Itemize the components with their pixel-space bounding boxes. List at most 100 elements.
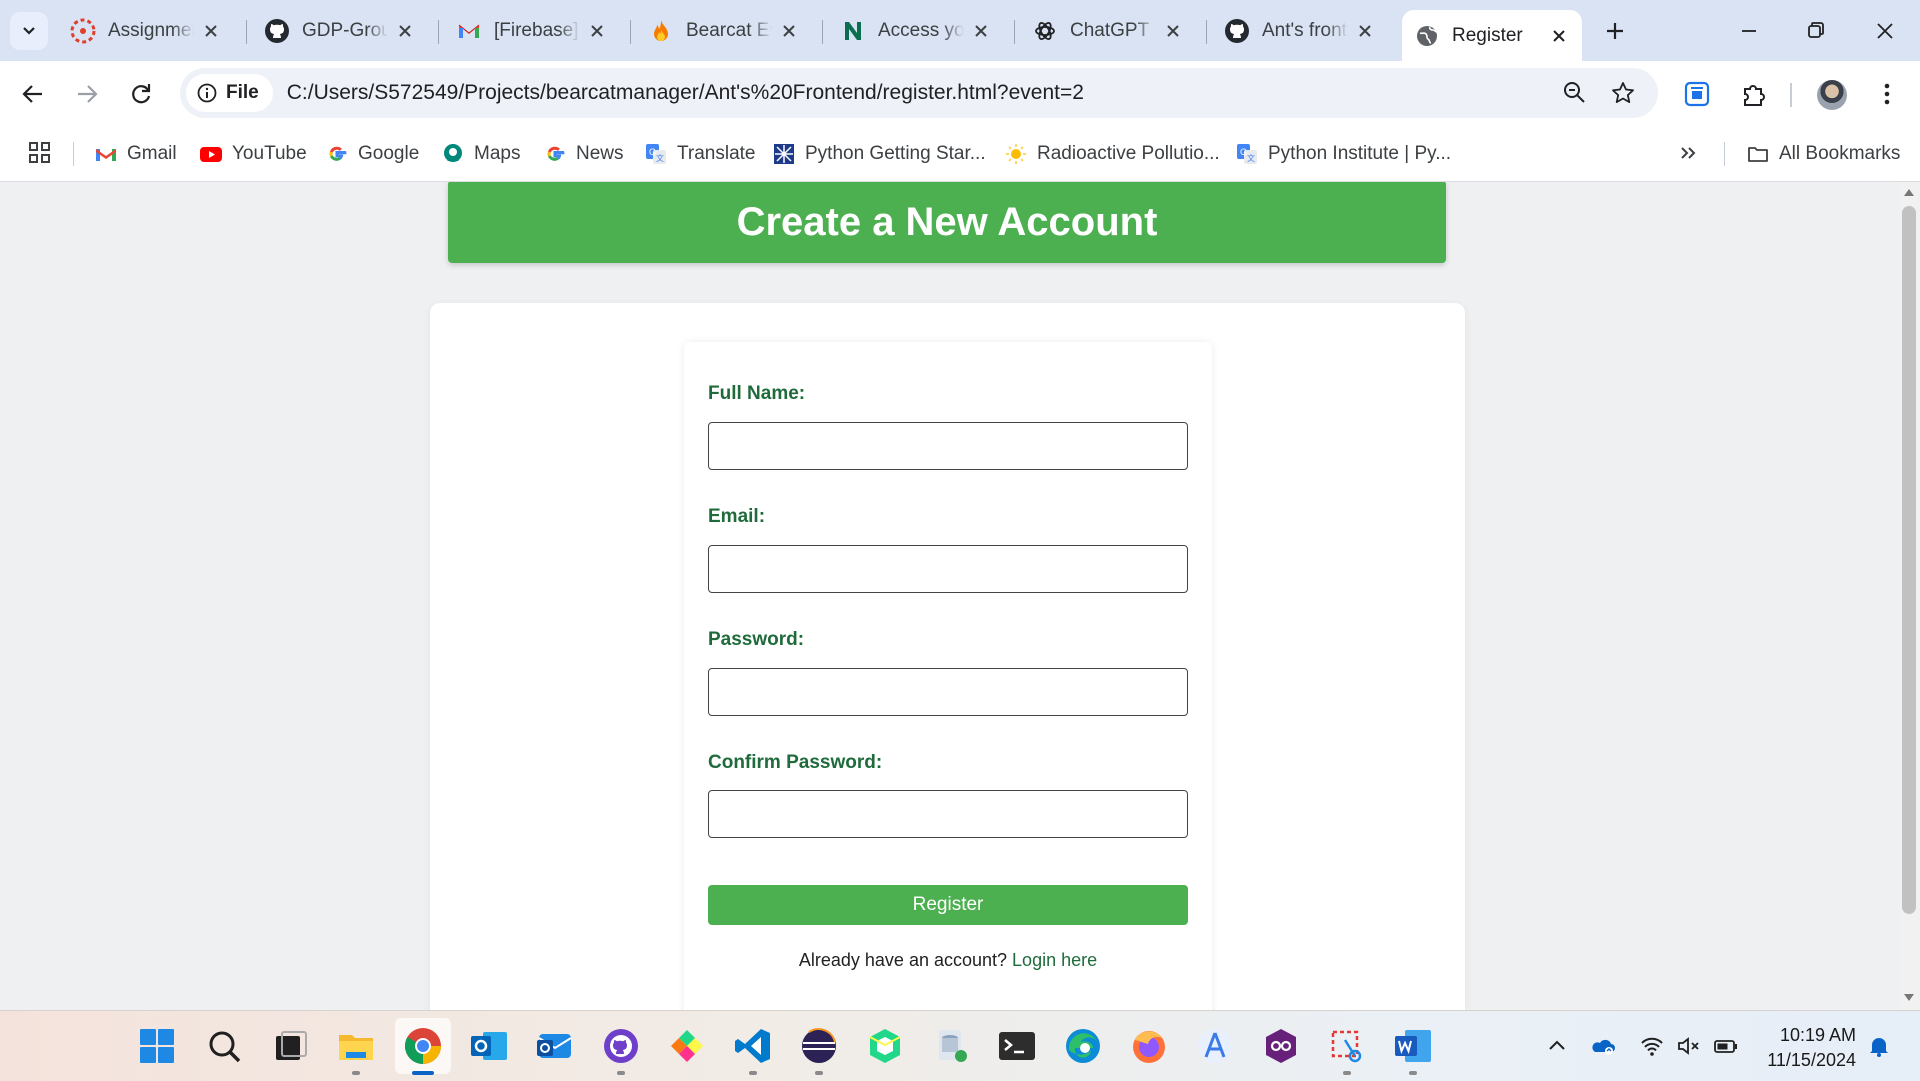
apps-grid-icon[interactable] — [26, 139, 54, 167]
scroll-up-arrow-icon[interactable] — [1904, 188, 1914, 196]
extension-app-icon[interactable] — [1680, 77, 1714, 111]
terminal-icon[interactable] — [997, 1026, 1037, 1066]
extensions-puzzle-icon[interactable] — [1736, 77, 1770, 111]
bookmark-translate[interactable]: G文 Translate — [644, 138, 756, 170]
register-button[interactable]: Register — [708, 885, 1188, 925]
close-icon[interactable] — [586, 20, 608, 42]
page-content: Create a New Account Full Name: Email: P… — [0, 182, 1898, 1010]
bookmark-python-institute[interactable]: G文 Python Institute | Py... — [1235, 138, 1451, 170]
tab-search-button[interactable] — [10, 12, 48, 50]
zoom-icon[interactable] — [1558, 76, 1592, 110]
chevron-up-icon[interactable] — [1544, 1033, 1570, 1059]
full-name-input[interactable] — [708, 422, 1188, 470]
bookmark-python-getting-started[interactable]: Python Getting Star... — [772, 138, 986, 170]
tab-separator — [438, 20, 439, 44]
windows-taskbar: 10:19 AM 11/15/2024 — [0, 1010, 1920, 1081]
start-icon[interactable] — [137, 1026, 177, 1066]
chrome-taskbar-button[interactable] — [395, 1018, 451, 1074]
bookmark-star-icon[interactable] — [1606, 76, 1640, 110]
outlook-icon[interactable] — [469, 1026, 509, 1066]
tab-title: [Firebase] — [494, 19, 579, 41]
email-input[interactable] — [708, 545, 1188, 593]
tab-separator — [630, 20, 631, 44]
bookmark-youtube[interactable]: YouTube — [199, 138, 307, 170]
vscode-icon[interactable] — [733, 1026, 773, 1066]
bookmark-radioactive[interactable]: Radioactive Pollutio... — [1004, 138, 1220, 170]
wifi-icon[interactable] — [1639, 1033, 1665, 1059]
restore-icon[interactable] — [1799, 14, 1833, 48]
task-view-icon[interactable] — [270, 1026, 310, 1066]
page-scrollbar[interactable] — [1898, 182, 1920, 1010]
all-bookmarks-button[interactable]: All Bookmarks — [1746, 138, 1900, 170]
close-icon[interactable] — [1354, 20, 1376, 42]
close-icon[interactable] — [394, 20, 416, 42]
page-header: Create a New Account — [448, 182, 1446, 263]
address-bar[interactable]: File C:/Users/S572549/Projects/bearcatma… — [180, 68, 1658, 118]
visual-studio-icon[interactable] — [1261, 1026, 1301, 1066]
confirm-password-input[interactable] — [708, 790, 1188, 838]
google-news-icon — [547, 146, 565, 161]
github-icon — [1225, 18, 1249, 43]
bookmark-label: Python Getting Star... — [805, 143, 986, 164]
pycharm-icon[interactable] — [667, 1026, 707, 1066]
bookmark-news[interactable]: News — [543, 138, 624, 170]
speaker-muted-icon[interactable] — [1676, 1033, 1702, 1059]
close-icon[interactable] — [1162, 20, 1184, 42]
tab-separator — [1014, 20, 1015, 44]
close-icon[interactable] — [970, 20, 992, 42]
edge-icon[interactable] — [1063, 1026, 1103, 1066]
sun-icon — [1006, 144, 1026, 164]
close-icon[interactable] — [778, 20, 800, 42]
minimize-icon[interactable] — [1732, 14, 1766, 48]
bookmark-maps[interactable]: Maps — [441, 138, 520, 170]
close-icon[interactable] — [200, 20, 222, 42]
word-icon[interactable] — [1393, 1026, 1433, 1066]
url-text[interactable]: C:/Users/S572549/Projects/bearcatmanager… — [287, 81, 1084, 105]
chevron-double-right-icon[interactable] — [1676, 141, 1700, 165]
firefox-icon[interactable] — [1129, 1026, 1169, 1066]
scrollbar-thumb[interactable] — [1902, 206, 1916, 914]
site-info-chip[interactable]: File — [186, 74, 273, 112]
new-tab-icon[interactable] — [1598, 14, 1632, 48]
close-icon[interactable] — [1548, 25, 1570, 47]
forward-arrow-icon[interactable] — [70, 77, 104, 111]
file-explorer-icon[interactable] — [336, 1026, 376, 1066]
tab-title: GDP-Group — [302, 19, 388, 41]
tab-access[interactable]: Access you — [828, 10, 1004, 51]
battery-icon[interactable] — [1713, 1033, 1739, 1059]
bookmark-label: Gmail — [127, 143, 177, 164]
more-vertical-icon[interactable] — [1870, 77, 1904, 111]
notification-bell-icon[interactable] — [1866, 1033, 1892, 1059]
login-link[interactable]: Login here — [1012, 950, 1097, 970]
github-desktop-icon[interactable] — [601, 1026, 641, 1066]
tab-chatgpt[interactable]: ChatGPT — [1020, 10, 1196, 51]
scroll-down-arrow-icon[interactable] — [1904, 994, 1914, 1002]
tab-register[interactable]: Register — [1402, 10, 1582, 61]
cube-app-icon[interactable] — [865, 1026, 905, 1066]
android-studio-icon[interactable] — [1195, 1026, 1235, 1066]
reload-icon[interactable] — [124, 77, 158, 111]
database-app-icon[interactable] — [931, 1026, 971, 1066]
bookmark-google[interactable]: Google — [325, 138, 419, 170]
system-clock[interactable]: 10:19 AM 11/15/2024 — [1760, 1023, 1856, 1073]
outlook-new-icon[interactable] — [535, 1026, 575, 1066]
tab-assignments[interactable]: Assignmen — [58, 10, 234, 51]
snipping-tool-icon[interactable] — [1327, 1026, 1367, 1066]
onedrive-icon[interactable] — [1590, 1033, 1616, 1059]
password-input[interactable] — [708, 668, 1188, 716]
bookmark-gmail[interactable]: Gmail — [94, 138, 177, 170]
profile-avatar[interactable] — [1817, 80, 1847, 110]
firebase-icon — [654, 19, 668, 41]
tab-bearcat-events[interactable]: Bearcat Ev — [636, 10, 812, 51]
search-icon[interactable] — [204, 1026, 244, 1066]
bookmark-label: News — [576, 143, 624, 164]
youtube-icon — [200, 147, 222, 162]
close-window-icon[interactable] — [1868, 14, 1902, 48]
tab-firebase-mail[interactable]: [Firebase] — [444, 10, 620, 51]
tab-separator — [246, 20, 247, 44]
eclipse-icon[interactable] — [799, 1026, 839, 1066]
tab-gdp-group[interactable]: GDP-Group — [252, 10, 428, 51]
tab-ants-frontend[interactable]: Ant's front — [1212, 10, 1388, 51]
login-prompt: Already have an account? Login here — [708, 950, 1188, 971]
back-arrow-icon[interactable] — [16, 77, 50, 111]
